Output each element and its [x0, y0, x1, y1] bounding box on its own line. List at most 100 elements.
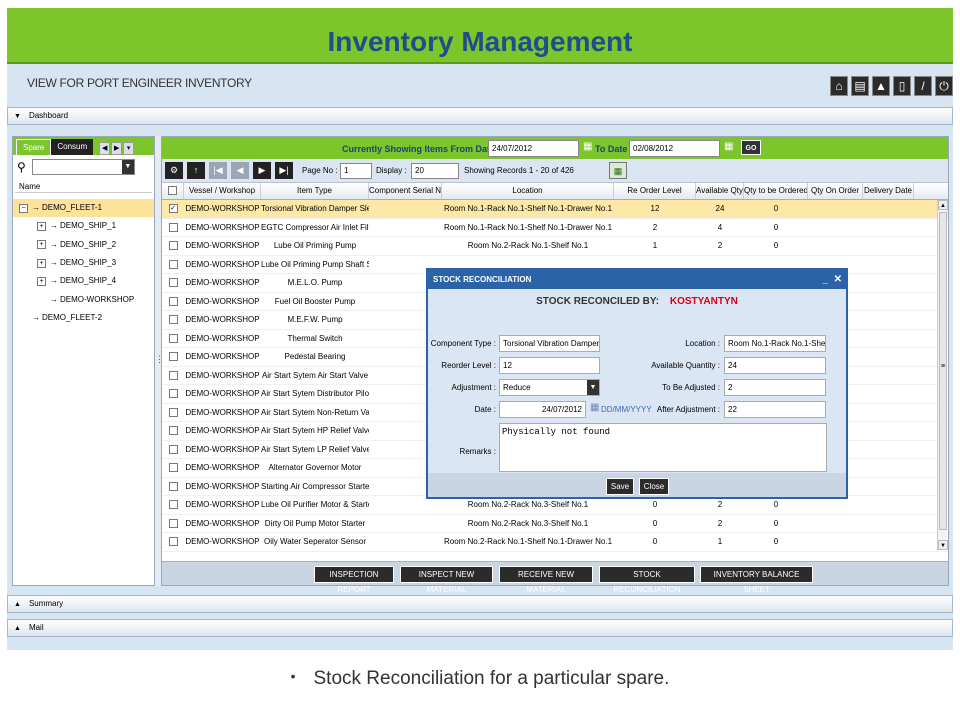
- last-page-icon[interactable]: ▶|: [275, 162, 293, 179]
- edit-icon[interactable]: /: [914, 76, 932, 96]
- expand-node-icon[interactable]: +: [37, 221, 46, 231]
- scroll-thumb[interactable]: ≡: [939, 212, 947, 530]
- row-checkbox[interactable]: [162, 237, 184, 255]
- column-header[interactable]: Vessel / Workshop: [184, 183, 261, 199]
- minimize-icon[interactable]: _: [822, 270, 828, 289]
- table-row[interactable]: DEMO-WORKSHOP Oily Water Seperator Sensor…: [162, 533, 948, 552]
- scroll-up-icon[interactable]: ▲: [938, 200, 948, 210]
- tab-next-icon[interactable]: ▶: [111, 142, 123, 155]
- table-row[interactable]: DEMO-WORKSHOP Dirty Oil Pump Motor Starte…: [162, 515, 948, 533]
- column-header[interactable]: Re Order Level: [614, 183, 696, 199]
- column-header[interactable]: Qty to be Ordered: [744, 183, 808, 199]
- tree-node-ship-1[interactable]: + → DEMO_SHIP_1: [13, 217, 154, 235]
- column-header[interactable]: Available Qty: [696, 183, 744, 199]
- row-checkbox[interactable]: [162, 274, 184, 292]
- scroll-down-icon[interactable]: ▼: [938, 540, 948, 550]
- row-checkbox[interactable]: [162, 496, 184, 514]
- reorder-level-field[interactable]: 12: [499, 357, 600, 374]
- available-quantity-field[interactable]: 24: [724, 357, 826, 374]
- row-checkbox[interactable]: [162, 404, 184, 422]
- save-button[interactable]: Save: [606, 478, 634, 495]
- chevron-down-icon[interactable]: ▼: [121, 160, 134, 174]
- table-row[interactable]: DEMO-WORKSHOP Lube Oil Priming Pump Room N…: [162, 237, 948, 256]
- dashboard-section-bar[interactable]: ▼ Dashboard: [7, 107, 953, 125]
- column-header[interactable]: Location: [442, 183, 614, 199]
- row-checkbox[interactable]: [162, 330, 184, 348]
- remarks-textarea[interactable]: Physically not found: [499, 423, 827, 472]
- expand-node-icon[interactable]: +: [37, 240, 46, 250]
- inspection-report-button[interactable]: INSPECTION REPORT: [314, 566, 394, 594]
- row-checkbox[interactable]: [162, 256, 184, 274]
- column-header[interactable]: Component Serial No: [369, 183, 442, 199]
- after-adjustment-field[interactable]: 22: [724, 401, 826, 418]
- tab-menu-icon[interactable]: ▾: [123, 142, 135, 155]
- calendar-icon[interactable]: ▦: [590, 402, 599, 413]
- chevron-down-icon[interactable]: ▼: [587, 380, 599, 395]
- tree-search-select[interactable]: ▼: [31, 159, 135, 175]
- tab-consumable[interactable]: Consum: [51, 139, 94, 155]
- display-select[interactable]: 20: [411, 163, 459, 179]
- inspect-new-material-button[interactable]: INSPECT NEW MATERIAL: [400, 566, 493, 594]
- column-header[interactable]: Item Type: [261, 183, 369, 199]
- tab-prev-icon[interactable]: ◀: [99, 142, 111, 155]
- collapse-node-icon[interactable]: −: [19, 203, 28, 213]
- table-row[interactable]: ✓ DEMO-WORKSHOP Torsional Vibration Damper…: [162, 200, 948, 219]
- excel-export-icon[interactable]: ▦: [609, 162, 627, 179]
- tree-node-fleet-2[interactable]: → DEMO_FLEET-2: [13, 309, 154, 327]
- next-page-icon[interactable]: ▶: [253, 162, 271, 179]
- row-checkbox[interactable]: [162, 367, 184, 385]
- from-date-input[interactable]: 24/07/2012: [488, 140, 579, 157]
- page-no-input[interactable]: 1: [340, 163, 372, 179]
- row-checkbox[interactable]: [162, 385, 184, 403]
- calendar-icon[interactable]: ▦: [583, 141, 592, 152]
- receive-new-material-button[interactable]: RECEIVE NEW MATERIAL: [499, 566, 593, 594]
- tree-node-fleet-1[interactable]: − → DEMO_FLEET-1: [13, 199, 154, 218]
- tab-spare[interactable]: Spare: [16, 139, 52, 155]
- stock-reconciliation-button[interactable]: STOCK RECONCILIATION: [599, 566, 695, 594]
- component-type-field[interactable]: Torsional Vibration Damper S: [499, 335, 600, 352]
- prev-page-icon[interactable]: ◀: [231, 162, 249, 179]
- row-checkbox[interactable]: [162, 348, 184, 366]
- date-field[interactable]: 24/07/2012: [499, 401, 586, 418]
- tree-node-ship-3[interactable]: + → DEMO_SHIP_3: [13, 254, 154, 272]
- expand-node-icon[interactable]: +: [37, 276, 46, 286]
- row-checkbox[interactable]: [162, 459, 184, 477]
- tree-node-ship-2[interactable]: + → DEMO_SHIP_2: [13, 236, 154, 254]
- to-date-input[interactable]: 02/08/2012: [629, 140, 720, 157]
- export-up-icon[interactable]: ↑: [187, 162, 205, 179]
- power-icon[interactable]: ⏻: [935, 76, 953, 96]
- settings-gear-icon[interactable]: ⚙: [165, 162, 183, 179]
- tree-node-workshop[interactable]: → DEMO-WORKSHOP: [13, 290, 154, 308]
- column-header[interactable]: Delivery Date: [863, 183, 914, 199]
- row-checkbox[interactable]: [162, 533, 184, 551]
- row-checkbox[interactable]: [162, 478, 184, 496]
- print-icon[interactable]: ▤: [851, 76, 869, 96]
- row-checkbox[interactable]: [162, 311, 184, 329]
- first-page-icon[interactable]: |◀: [209, 162, 227, 179]
- warning-icon[interactable]: ▲: [872, 76, 890, 96]
- close-button[interactable]: Close: [639, 478, 669, 495]
- row-checkbox[interactable]: [162, 422, 184, 440]
- column-header[interactable]: Qty On Order: [808, 183, 863, 199]
- table-row[interactable]: DEMO-WORKSHOP EGTC Compressor Air Inlet F…: [162, 219, 948, 237]
- adjustment-select[interactable]: Reduce ▼: [499, 379, 600, 396]
- calendar-icon[interactable]: ▦: [724, 141, 733, 152]
- location-field[interactable]: Room No.1-Rack No.1-Shelf I: [724, 335, 826, 352]
- inventory-balance-sheet-button[interactable]: INVENTORY BALANCE SHEET: [700, 566, 813, 594]
- document-icon[interactable]: ▯: [893, 76, 911, 96]
- grid-scrollbar[interactable]: ▲ ≡ ▼: [937, 200, 948, 550]
- go-button[interactable]: GO: [741, 140, 761, 155]
- mail-section-bar[interactable]: ▲ Mail: [7, 619, 953, 637]
- home-icon[interactable]: ⌂: [830, 76, 848, 96]
- row-checkbox[interactable]: ✓: [162, 200, 184, 218]
- to-be-adjusted-field[interactable]: 2: [724, 379, 826, 396]
- summary-section-bar[interactable]: ▲ Summary: [7, 595, 953, 613]
- close-icon[interactable]: ✕: [834, 270, 842, 289]
- expand-node-icon[interactable]: +: [37, 258, 46, 268]
- row-checkbox[interactable]: [162, 293, 184, 311]
- row-checkbox[interactable]: [162, 515, 184, 533]
- row-checkbox[interactable]: [162, 441, 184, 459]
- row-checkbox[interactable]: [162, 219, 184, 237]
- select-all-checkbox[interactable]: [162, 183, 184, 199]
- tree-node-ship-4[interactable]: + → DEMO_SHIP_4: [13, 272, 154, 290]
